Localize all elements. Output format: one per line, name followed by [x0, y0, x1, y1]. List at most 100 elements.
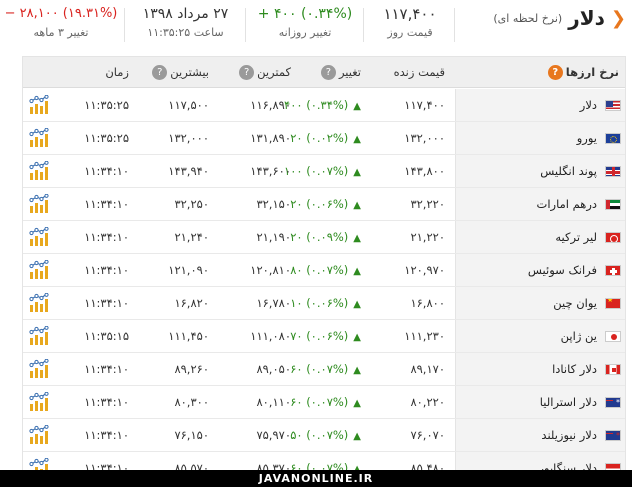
table-row[interactable]: یورو ۱۳۲,۰۰۰ ۲۰ (۰.۰۲%) ▲ ۱۳۱,۸۹۰ ۱۳۲,۰۰۰ ۱۱:۳…	[23, 122, 625, 155]
change-text: ۲۰ (۰.۰۲%)	[290, 131, 349, 145]
currency-name[interactable]: ین ژاپن	[561, 320, 597, 352]
currency-name[interactable]: دلار استرالیا	[540, 386, 597, 418]
low-price: ۱۱۱,۰۸۰	[250, 329, 291, 343]
currency-name[interactable]: دلار نیوزیلند	[541, 419, 597, 451]
change-value: ۲۰ (۰.۰۶%) ▲	[290, 188, 361, 222]
currency-name-cell[interactable]: دلار کانادا	[455, 353, 625, 385]
currency-name-cell[interactable]: دلار استرالیا	[455, 386, 625, 418]
currency-name-cell[interactable]: پوند انگلیس	[455, 155, 625, 187]
live-price: ۸۹,۱۷۰	[410, 362, 445, 376]
chart-icon[interactable]	[28, 425, 50, 445]
arrow-up-icon: ▲	[353, 332, 361, 343]
chart-icon[interactable]	[28, 260, 50, 280]
table-row[interactable]: ین ژاپن ۱۱۱,۲۳۰ ۷۰ (۰.۰۶%) ▲ ۱۱۱,۰۸۰ ۱۱۱,۴۵۰ ۱…	[23, 320, 625, 353]
currency-name[interactable]: درهم امارات	[537, 188, 597, 220]
high-price: ۱۱۱,۴۵۰	[168, 329, 209, 343]
low-price: ۸۰,۱۱۰	[256, 395, 291, 409]
currency-name[interactable]: پوند انگلیس	[540, 155, 597, 187]
flag-icon	[605, 265, 621, 276]
currency-name-cell[interactable]: یورو	[455, 122, 625, 154]
arrow-up-icon: ▲	[353, 134, 361, 145]
update-time: ۱۱:۳۵:۲۵	[84, 98, 129, 112]
change-text: ۷۰ (۰.۰۶%)	[290, 329, 349, 343]
help-icon[interactable]: ?	[239, 65, 255, 80]
update-time: ۱۱:۳۴:۱۰	[84, 164, 129, 178]
help-icon[interactable]: ?	[547, 65, 563, 80]
price-value: ۱۱۷,۴۰۰	[383, 5, 437, 23]
change-text: ۵۰ (۰.۰۷%)	[290, 428, 349, 442]
arrow-up-icon: ▲	[353, 233, 361, 244]
change-value: ۸۰ (۰.۰۷%) ▲	[290, 254, 361, 288]
quarter-change-label: تغییر ۳ ماهه	[33, 26, 89, 39]
header-price: قیمت زنده	[393, 65, 445, 79]
arrow-up-icon: ▲	[353, 398, 361, 409]
live-price: ۲۱,۲۲۰	[410, 230, 445, 244]
live-price: ۱۱۱,۲۳۰	[404, 329, 445, 343]
change-value: ۶۰ (۰.۰۷%) ▲	[290, 386, 361, 420]
change-text: ۱۰ (۰.۰۶%)	[290, 296, 349, 310]
daily-change-value: + ۴۰۰ (۰.۳۴%)	[257, 6, 353, 22]
currency-name-cell[interactable]: لیر ترکیه	[455, 221, 625, 253]
arrow-up-icon: ▲	[353, 200, 361, 211]
currency-name-cell[interactable]: درهم امارات	[455, 188, 625, 220]
currency-name-cell[interactable]: ین ژاپن	[455, 320, 625, 352]
chart-icon[interactable]	[28, 326, 50, 346]
currency-name-cell[interactable]: دلار	[455, 89, 625, 121]
arrow-up-icon: ▲	[353, 365, 361, 376]
high-price: ۲۱,۲۴۰	[174, 230, 209, 244]
change-text: ۶۰ (۰.۰۷%)	[290, 395, 349, 409]
flag-icon	[605, 364, 621, 375]
update-time: ۱۱:۳۴:۱۰	[84, 197, 129, 211]
flag-icon	[605, 133, 621, 144]
chart-icon[interactable]	[28, 95, 50, 115]
table-row[interactable]: دلار استرالیا ۸۰,۲۲۰ ۶۰ (۰.۰۷%) ▲ ۸۰,۱۱۰ ۸۰,۳…	[23, 386, 625, 420]
live-price: ۱۴۳,۸۰۰	[404, 164, 445, 178]
live-price: ۱۶,۸۰۰	[410, 296, 445, 310]
arrow-up-icon: ▲	[353, 299, 361, 310]
chart-icon[interactable]	[28, 227, 50, 247]
table-header: نرخ ارزها? قیمت زنده تغییر? کمترین? بیشت…	[23, 57, 625, 88]
chart-icon[interactable]	[28, 359, 50, 379]
table-row[interactable]: پوند انگلیس ۱۴۳,۸۰۰ ۱۰۰ (۰.۰۷%) ▲ ۱۴۳,۶۰۰ ۱۴۳…	[23, 155, 625, 188]
header-high: بیشترین?	[149, 57, 209, 88]
divider	[454, 8, 455, 42]
chart-icon[interactable]	[28, 128, 50, 148]
change-text: ۴۰۰ (۰.۳۴%)	[284, 98, 349, 112]
currency-name-cell[interactable]: فرانک سوئیس	[455, 254, 625, 286]
currency-name-cell[interactable]: دلار نیوزیلند	[455, 419, 625, 451]
chevron-left-icon[interactable]: ❮	[611, 8, 626, 29]
currency-name[interactable]: فرانک سوئیس	[528, 254, 597, 286]
table-row[interactable]: فرانک سوئیس ۱۲۰,۹۷۰ ۸۰ (۰.۰۷%) ▲ ۱۲۰,۸۱۰ ۱۲۱,…	[23, 254, 625, 288]
table-row[interactable]: لیر ترکیه ۲۱,۲۲۰ ۲۰ (۰.۰۹%) ▲ ۲۱,۱۹۰ ۲۱,۲۴۰ ۱۱…	[23, 221, 625, 255]
daily-change-cell: + ۴۰۰ (۰.۳۴%) تغییر روزانه	[250, 4, 360, 48]
currency-name[interactable]: دلار	[580, 89, 597, 121]
currency-name[interactable]: یورو	[577, 122, 597, 154]
high-price: ۳۲,۲۵۰	[174, 197, 209, 211]
flag-icon	[605, 166, 621, 177]
chart-icon[interactable]	[28, 392, 50, 412]
table-row[interactable]: دلار کانادا ۸۹,۱۷۰ ۶۰ (۰.۰۷%) ▲ ۸۹,۰۵۰ ۸۹,۲۶۰…	[23, 353, 625, 387]
table-row[interactable]: دلار ۱۱۷,۴۰۰ ۴۰۰ (۰.۳۴%) ▲ ۱۱۶,۸۹۰ ۱۱۷,۵۰۰ ۱۱:…	[23, 89, 625, 122]
chart-icon[interactable]	[28, 194, 50, 214]
chart-icon[interactable]	[28, 161, 50, 181]
currency-name-cell[interactable]: یوان چین	[455, 287, 625, 319]
header: ❮ دلار (نرخ لحظه ای) ۱۱۷,۴۰۰ قیمت روز + …	[0, 0, 632, 52]
flag-icon	[605, 430, 621, 441]
title: دلار	[568, 6, 605, 30]
table-row[interactable]: درهم امارات ۳۲,۲۲۰ ۲۰ (۰.۰۶%) ▲ ۳۲,۱۵۰ ۳۲,۲۵۰…	[23, 188, 625, 222]
currency-name[interactable]: لیر ترکیه	[555, 221, 597, 253]
high-price: ۱۳۲,۰۰۰	[168, 131, 209, 145]
help-icon[interactable]: ?	[320, 65, 336, 80]
currency-name[interactable]: یوان چین	[553, 287, 597, 319]
currency-name[interactable]: دلار کانادا	[552, 353, 597, 385]
update-time: ۱۱:۳۴:۱۰	[84, 263, 129, 277]
change-value: ۲۰ (۰.۰۹%) ▲	[290, 221, 361, 255]
help-icon[interactable]: ?	[152, 65, 168, 80]
change-value: ۶۰ (۰.۰۷%) ▲	[290, 353, 361, 387]
table-row[interactable]: دلار نیوزیلند ۷۶,۰۷۰ ۵۰ (۰.۰۷%) ▲ ۷۵,۹۷۰ ۷۶,۱…	[23, 419, 625, 452]
live-price: ۱۱۷,۴۰۰	[404, 98, 445, 112]
table-row[interactable]: یوان چین ۱۶,۸۰۰ ۱۰ (۰.۰۶%) ▲ ۱۶,۷۸۰ ۱۶,۸۲۰ ۱۱:…	[23, 287, 625, 320]
update-time: ۱۱:۳۴:۱۰	[84, 230, 129, 244]
price-label: قیمت روز	[387, 26, 433, 39]
chart-icon[interactable]	[28, 293, 50, 313]
